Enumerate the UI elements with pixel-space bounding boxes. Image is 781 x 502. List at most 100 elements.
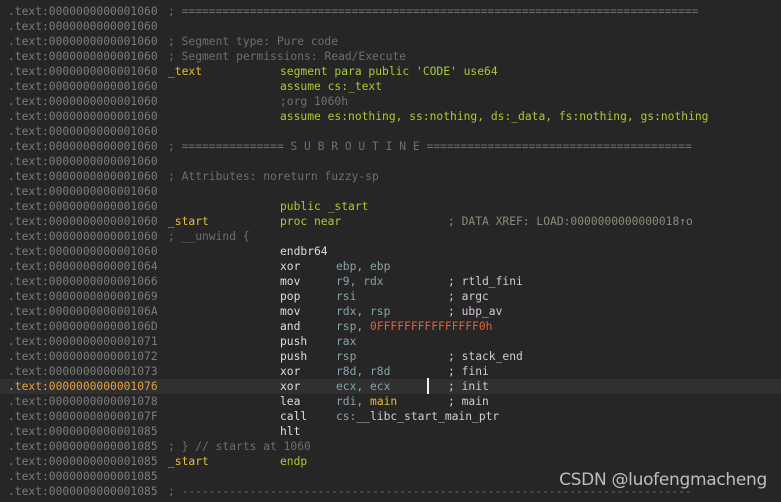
listing-row[interactable]: .text:0000000000001060 _start proc near ; D…: [0, 214, 781, 229]
listing-row[interactable]: .text:0000000000001085 ; } // starts at 1…: [0, 439, 781, 454]
directive: public _start: [280, 200, 369, 213]
listing-row[interactable]: .text:000000000000107F call cs:__libc_star…: [0, 409, 781, 424]
operand-reg: rax: [336, 335, 357, 348]
listing-row-current[interactable]: .text:0000000000001076 xor ; init ecx, ecx: [0, 379, 781, 394]
operand-sym[interactable]: __libc_start_main_ptr: [356, 410, 499, 423]
address[interactable]: .text:000000000000107F: [8, 409, 158, 424]
address[interactable]: .text:0000000000001060: [8, 64, 158, 79]
address[interactable]: .text:0000000000001085: [8, 484, 158, 499]
address[interactable]: .text:0000000000001073: [8, 364, 158, 379]
address[interactable]: .text:0000000000001060: [8, 229, 158, 244]
operands: cs:__libc_start_main_ptr: [336, 409, 499, 424]
address[interactable]: .text:0000000000001060: [8, 169, 158, 184]
address[interactable]: .text:0000000000001085: [8, 469, 158, 484]
address[interactable]: .text:0000000000001060: [8, 49, 158, 64]
address[interactable]: .text:0000000000001060: [8, 124, 158, 139]
address[interactable]: .text:0000000000001060: [8, 79, 158, 94]
directive: assume es:nothing, ss:nothing, ds:_data,…: [280, 110, 709, 123]
directive: proc near: [280, 215, 342, 228]
listing-row[interactable]: .text:0000000000001064 xor ebp, ebp: [0, 259, 781, 274]
operands: r9, rdx: [336, 274, 384, 289]
operand-reg: r9, rdx: [336, 275, 384, 288]
label[interactable]: _start: [168, 454, 209, 469]
listing-row[interactable]: .text:0000000000001060 ; =============== …: [0, 139, 781, 154]
mnemonic: endbr64: [280, 245, 328, 258]
operands: ebp, ebp: [336, 259, 390, 274]
address[interactable]: .text:0000000000001071: [8, 334, 158, 349]
mnemonic: hlt: [280, 425, 301, 438]
address[interactable]: .text:0000000000001069: [8, 289, 158, 304]
address[interactable]: .text:0000000000001060: [8, 19, 158, 34]
listing-row[interactable]: .text:0000000000001060 ; __unwind {: [0, 229, 781, 244]
address[interactable]: .text:0000000000001085: [8, 439, 158, 454]
listing-row[interactable]: .text:0000000000001060 ; Segment permissi…: [0, 49, 781, 64]
comment: ; ubp_av: [448, 305, 503, 318]
comment: ;org 1060h: [280, 95, 349, 108]
address[interactable]: .text:0000000000001060: [8, 199, 158, 214]
operand-reg: rdx, rsp: [336, 305, 391, 318]
listing-row[interactable]: .text:0000000000001073 xor ; fini r8d, r8d: [0, 364, 781, 379]
listing-row[interactable]: .text:0000000000001060 public _start: [0, 199, 781, 214]
address[interactable]: .text:0000000000001060: [8, 34, 158, 49]
comment: ; init: [448, 380, 489, 393]
address[interactable]: .text:0000000000001060: [8, 244, 158, 259]
operands: rsp: [336, 349, 356, 364]
operand-reg: rsi: [336, 290, 357, 303]
address[interactable]: .text:0000000000001072: [8, 349, 158, 364]
listing-row[interactable]: .text:0000000000001060: [0, 154, 781, 169]
listing-row[interactable]: .text:0000000000001066 mov ; rtld_fini r9, …: [0, 274, 781, 289]
listing-row[interactable]: .text:0000000000001060: [0, 184, 781, 199]
listing-row[interactable]: .text:0000000000001069 pop ; argc rsi: [0, 289, 781, 304]
comment: ; __unwind {: [168, 230, 250, 243]
operand-reg: r8d, r8d: [336, 365, 391, 378]
address[interactable]: .text:0000000000001060: [8, 139, 158, 154]
operands: rsp, 0FFFFFFFFFFFFFFF0h: [336, 319, 492, 334]
listing-row[interactable]: .text:0000000000001072 push ; stack_end rsp: [0, 349, 781, 364]
listing-row[interactable]: .text:0000000000001060 ; ================…: [0, 4, 781, 19]
listing-row[interactable]: .text:0000000000001060 endbr64: [0, 244, 781, 259]
listing-row[interactable]: .text:0000000000001060 _text segment para …: [0, 64, 781, 79]
listing-row[interactable]: .text:0000000000001060: [0, 19, 781, 34]
mnemonic: and: [280, 320, 301, 333]
comment: ; Attributes: noreturn fuzzy-sp: [168, 170, 379, 183]
address[interactable]: .text:0000000000001060: [8, 184, 158, 199]
listing-row[interactable]: .text:0000000000001060 assume cs:_text: [0, 79, 781, 94]
address[interactable]: .text:0000000000001078: [8, 394, 158, 409]
listing-row[interactable]: .text:0000000000001060 assume es:nothing,…: [0, 109, 781, 124]
listing-row[interactable]: .text:0000000000001078 lea ; main rdi, main: [0, 394, 781, 409]
address[interactable]: .text:0000000000001085: [8, 454, 158, 469]
operand-name[interactable]: main: [370, 395, 397, 408]
comment: ; Segment permissions: Read/Execute: [168, 50, 407, 63]
mnemonic: lea: [280, 395, 301, 408]
address[interactable]: .text:0000000000001066: [8, 274, 158, 289]
disassembly-listing[interactable]: .text:0000000000001060 ; ================…: [0, 0, 781, 502]
label[interactable]: _start: [168, 214, 209, 229]
listing-row[interactable]: .text:0000000000001060 ; Attributes: nore…: [0, 169, 781, 184]
address[interactable]: .text:0000000000001060: [8, 109, 158, 124]
listing-row[interactable]: .text:0000000000001060 ; Segment type: Pu…: [0, 34, 781, 49]
address[interactable]: .text:0000000000001085: [8, 424, 158, 439]
listing-row[interactable]: .text:0000000000001085 _start endp: [0, 454, 781, 469]
listing-row[interactable]: .text:000000000000106A mov ; ubp_av rdx, rs…: [0, 304, 781, 319]
label[interactable]: _text: [168, 64, 202, 79]
address[interactable]: .text:0000000000001060: [8, 4, 158, 19]
address[interactable]: .text:000000000000106D: [8, 319, 158, 334]
listing-row[interactable]: .text:0000000000001060: [0, 124, 781, 139]
listing-row[interactable]: .text:0000000000001071 push rax: [0, 334, 781, 349]
operand-reg: rsp,: [336, 320, 371, 333]
address[interactable]: .text:000000000000106A: [8, 304, 158, 319]
mnemonic: mov: [280, 275, 301, 288]
operand-reg: rdi,: [336, 395, 371, 408]
listing-row[interactable]: .text:0000000000001085 hlt: [0, 424, 781, 439]
address[interactable]: .text:0000000000001060: [8, 154, 158, 169]
listing-row[interactable]: .text:0000000000001060 ;org 1060h: [0, 94, 781, 109]
address[interactable]: .text:0000000000001060: [8, 214, 158, 229]
listing-row[interactable]: .text:000000000000106D and rsp, 0FFFFFFFFF…: [0, 319, 781, 334]
address[interactable]: .text:0000000000001076: [8, 379, 158, 394]
address[interactable]: .text:0000000000001060: [8, 94, 158, 109]
watermark: CSDN @luofengmacheng: [559, 470, 767, 490]
operands: rax: [336, 334, 356, 349]
comment: ; main: [448, 395, 489, 408]
address[interactable]: .text:0000000000001064: [8, 259, 158, 274]
directive: endp: [280, 455, 308, 468]
